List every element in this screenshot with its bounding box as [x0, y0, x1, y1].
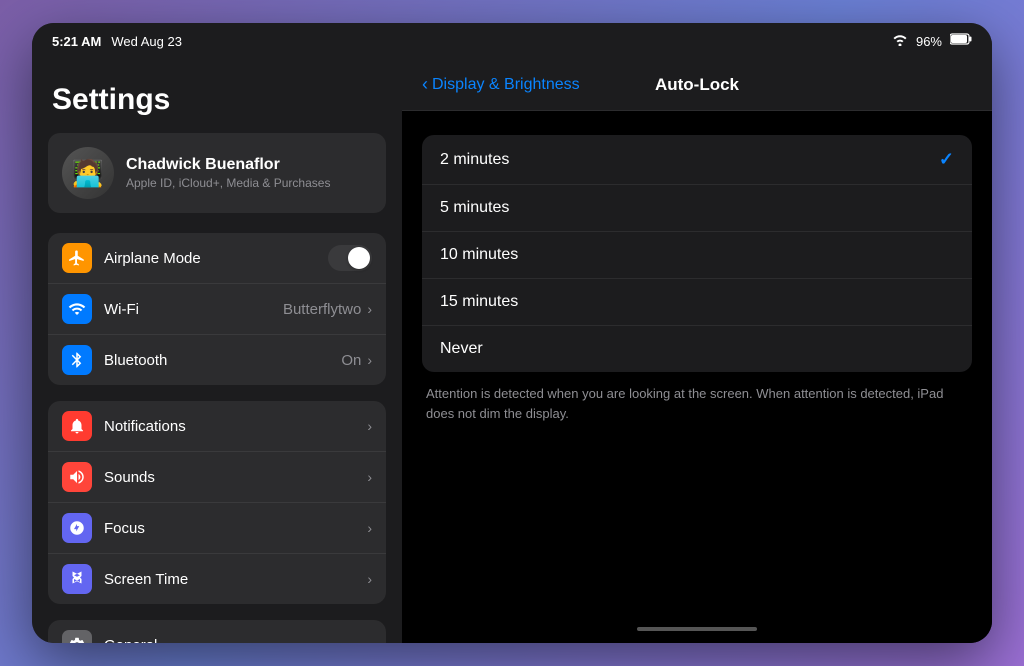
sidebar-item-notifications[interactable]: Notifications ›	[48, 401, 386, 452]
battery-icon	[950, 32, 972, 50]
focus-label: Focus	[104, 520, 367, 537]
option-5min-label: 5 minutes	[440, 199, 954, 217]
bluetooth-chevron: ›	[367, 352, 372, 368]
screentime-icon	[62, 564, 92, 594]
bluetooth-icon	[62, 345, 92, 375]
battery-percent: 96%	[916, 34, 942, 49]
sidebar-item-airplane[interactable]: Airplane Mode	[48, 233, 386, 284]
back-chevron-icon: ‹	[422, 74, 428, 95]
bluetooth-label: Bluetooth	[104, 352, 341, 369]
home-bar	[637, 627, 757, 631]
profile-name: Chadwick Buenaflor	[126, 156, 330, 174]
status-time: 5:21 AM	[52, 34, 101, 49]
option-2min-label: 2 minutes	[440, 151, 939, 169]
general-chevron: ›	[367, 637, 372, 643]
notifications-group: Notifications › Sounds ›	[48, 401, 386, 604]
sidebar-item-focus[interactable]: Focus ›	[48, 503, 386, 554]
option-15min[interactable]: 15 minutes	[422, 279, 972, 326]
toggle-knob	[348, 247, 370, 269]
home-indicator	[402, 615, 992, 643]
ipad-frame: 5:21 AM Wed Aug 23 96% Settings	[32, 23, 992, 643]
sidebar: Settings 🧑‍💻 Chadwick Buenaflor Apple ID…	[32, 59, 402, 643]
wifi-label: Wi-Fi	[104, 301, 283, 318]
focus-chevron: ›	[367, 520, 372, 536]
wifi-value: Butterflytwo	[283, 301, 361, 318]
nav-back-button[interactable]: ‹ Display & Brightness	[422, 74, 580, 95]
wifi-icon	[892, 33, 908, 49]
sidebar-item-sounds[interactable]: Sounds ›	[48, 452, 386, 503]
autolock-options: 2 minutes ✓ 5 minutes 10 minutes 15 minu…	[422, 135, 972, 372]
airplane-label: Airplane Mode	[104, 250, 328, 267]
display-group: General › Control Center › AA	[48, 620, 386, 643]
general-label: General	[104, 637, 367, 644]
option-5min[interactable]: 5 minutes	[422, 185, 972, 232]
option-2min-check: ✓	[939, 149, 954, 170]
profile-info: Chadwick Buenaflor Apple ID, iCloud+, Me…	[126, 156, 330, 190]
focus-icon	[62, 513, 92, 543]
nav-bar: ‹ Display & Brightness Auto-Lock	[402, 59, 992, 111]
sidebar-title: Settings	[32, 75, 402, 133]
option-never[interactable]: Never	[422, 326, 972, 372]
sidebar-item-screentime[interactable]: Screen Time ›	[48, 554, 386, 604]
notifications-chevron: ›	[367, 418, 372, 434]
option-10min-label: 10 minutes	[440, 246, 954, 264]
status-bar: 5:21 AM Wed Aug 23 96%	[32, 23, 992, 59]
sidebar-item-bluetooth[interactable]: Bluetooth On ›	[48, 335, 386, 385]
general-icon	[62, 630, 92, 643]
panel-content: 2 minutes ✓ 5 minutes 10 minutes 15 minu…	[402, 111, 992, 615]
sidebar-item-general[interactable]: General ›	[48, 620, 386, 643]
notifications-icon	[62, 411, 92, 441]
avatar-emoji: 🧑‍💻	[72, 158, 104, 189]
autolock-description: Attention is detected when you are looki…	[422, 384, 972, 423]
status-date: Wed Aug 23	[111, 34, 182, 49]
screentime-chevron: ›	[367, 571, 372, 587]
nav-title: Auto-Lock	[655, 75, 739, 95]
bluetooth-value: On	[341, 352, 361, 369]
screentime-label: Screen Time	[104, 571, 367, 588]
profile-card[interactable]: 🧑‍💻 Chadwick Buenaflor Apple ID, iCloud+…	[48, 133, 386, 213]
option-10min[interactable]: 10 minutes	[422, 232, 972, 279]
option-15min-label: 15 minutes	[440, 293, 954, 311]
status-right: 96%	[892, 32, 972, 50]
connectivity-group: Airplane Mode Wi-Fi Butterflytwo ›	[48, 233, 386, 385]
right-panel: ‹ Display & Brightness Auto-Lock 2 minut…	[402, 59, 992, 643]
avatar: 🧑‍💻	[62, 147, 114, 199]
sounds-chevron: ›	[367, 469, 372, 485]
airplane-icon	[62, 243, 92, 273]
profile-sub: Apple ID, iCloud+, Media & Purchases	[126, 176, 330, 190]
sounds-icon	[62, 462, 92, 492]
wifi-chevron: ›	[367, 301, 372, 317]
notifications-label: Notifications	[104, 418, 367, 435]
option-2min[interactable]: 2 minutes ✓	[422, 135, 972, 185]
main-content: Settings 🧑‍💻 Chadwick Buenaflor Apple ID…	[32, 59, 992, 643]
sidebar-item-wifi[interactable]: Wi-Fi Butterflytwo ›	[48, 284, 386, 335]
airplane-toggle[interactable]	[328, 245, 372, 271]
nav-back-label: Display & Brightness	[432, 76, 580, 94]
option-never-label: Never	[440, 340, 954, 358]
wifi-settings-icon	[62, 294, 92, 324]
sounds-label: Sounds	[104, 469, 367, 486]
